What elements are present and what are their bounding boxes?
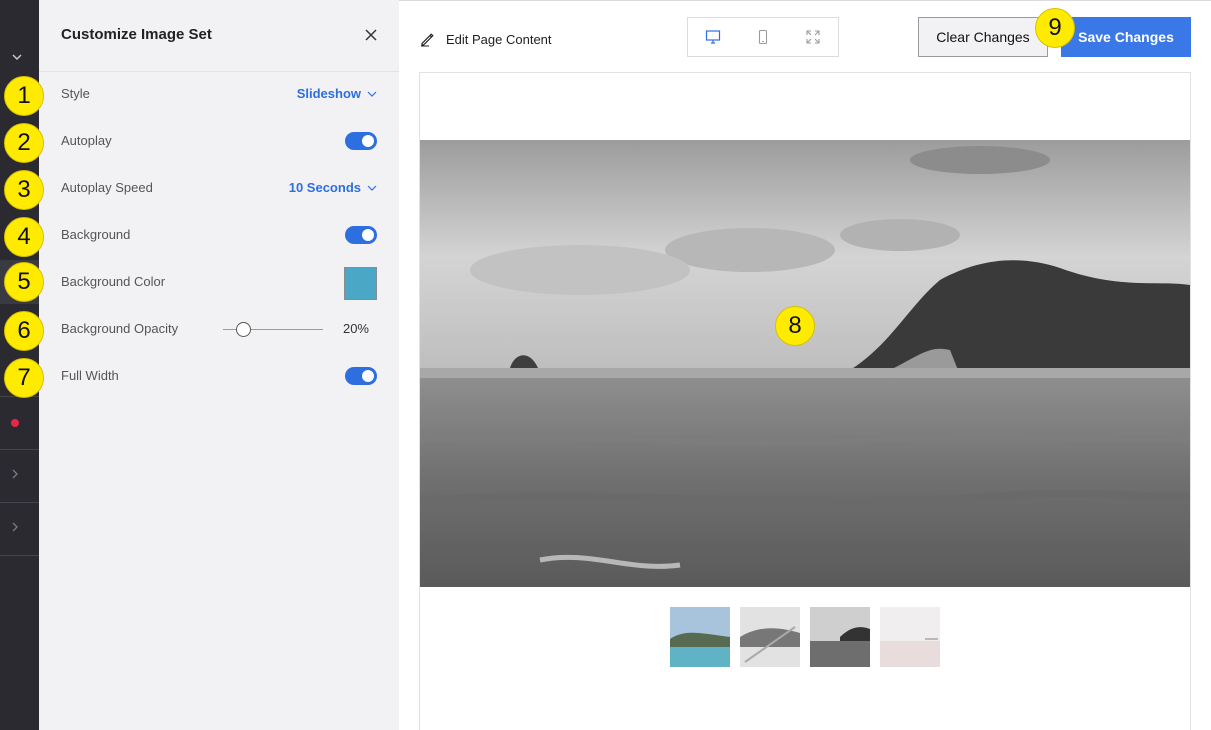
marker-4: 4 [4,217,44,257]
thumbnail-image [880,607,940,667]
rail-divider [0,502,39,503]
device-switcher [687,17,839,57]
thumbnail-image [670,607,730,667]
thumbnail-strip [670,607,940,667]
marker-7: 7 [4,358,44,398]
save-changes-button[interactable]: Save Changes [1061,17,1191,57]
marker-6: 6 [4,311,44,351]
background-toggle[interactable] [345,226,377,244]
marker-5: 5 [4,262,44,302]
setting-label: Style [61,86,90,101]
marker-9: 9 [1035,8,1075,48]
autoplay-speed-dropdown[interactable]: 10 Seconds [289,180,377,195]
style-value: Slideshow [296,86,361,101]
chevron-down-icon [367,91,377,97]
setting-style: Style Slideshow [39,72,399,118]
autoplay-toggle[interactable] [345,132,377,150]
chevron-down-icon[interactable] [10,50,24,64]
edit-page-content[interactable]: Edit Page Content [419,31,552,47]
setting-background-color: Background Color [39,260,399,306]
setting-background-opacity: Background Opacity 20% [39,307,399,353]
fullscreen-icon [806,30,820,44]
marker-2: 2 [4,123,44,163]
setting-label: Background [61,227,131,242]
autoplay-speed-value: 10 Seconds [288,180,361,195]
device-fullscreen[interactable] [788,18,838,56]
setting-autoplay-speed: Autoplay Speed 10 Seconds [39,166,399,212]
setting-label: Full Width [61,368,119,383]
setting-full-width: Full Width [39,354,399,400]
toggle-knob [362,135,374,147]
thumbnail-image [810,607,870,667]
device-mobile[interactable] [738,18,788,56]
slider-thumb[interactable] [235,322,251,337]
mobile-icon [758,29,768,45]
setting-label: Autoplay [61,133,112,148]
chevron-down-icon [367,185,377,191]
page-preview [419,72,1191,730]
top-toolbar: Edit Page Content Clear Changes Save Cha… [399,0,1211,72]
full-width-toggle[interactable] [345,367,377,385]
panel-header: Customize Image Set [39,0,399,72]
thumbnail[interactable] [880,607,940,667]
toggle-knob [362,370,374,382]
marker-1: 1 [4,76,44,116]
opacity-slider[interactable] [223,322,323,337]
style-dropdown[interactable]: Slideshow [297,86,377,101]
setting-autoplay: Autoplay [39,119,399,165]
rail-divider [0,555,39,556]
setting-label: Background Opacity [61,321,179,336]
setting-label: Background Color [61,274,166,289]
thumbnail[interactable] [670,607,730,667]
background-color-swatch[interactable] [344,267,377,300]
marker-3: 3 [4,170,44,210]
status-dot-icon [11,419,19,427]
thumbnail[interactable] [740,607,800,667]
beach-photo [420,140,1190,587]
panel-title: Customize Image Set [61,26,212,43]
chevron-right-icon[interactable] [9,521,21,533]
device-desktop[interactable] [688,18,738,56]
slideshow-image[interactable] [420,140,1190,587]
thumbnail-image [740,607,800,667]
clear-changes-button[interactable]: Clear Changes [918,17,1048,57]
marker-8: 8 [775,306,815,346]
editor-window: Customize Image Set Style Slideshow Auto… [0,0,1211,730]
chevron-right-icon[interactable] [9,468,21,480]
setting-label: Autoplay Speed [61,180,153,195]
thumbnail[interactable] [810,607,870,667]
pencil-icon [421,33,434,47]
rail-divider [0,449,39,450]
customize-panel: Customize Image Set Style Slideshow Auto… [39,0,399,730]
opacity-value: 20% [342,321,369,336]
setting-background: Background [39,213,399,259]
desktop-icon [705,30,721,44]
close-icon[interactable] [363,27,379,43]
toggle-knob [362,229,374,241]
edit-page-label: Edit Page Content [446,31,552,47]
